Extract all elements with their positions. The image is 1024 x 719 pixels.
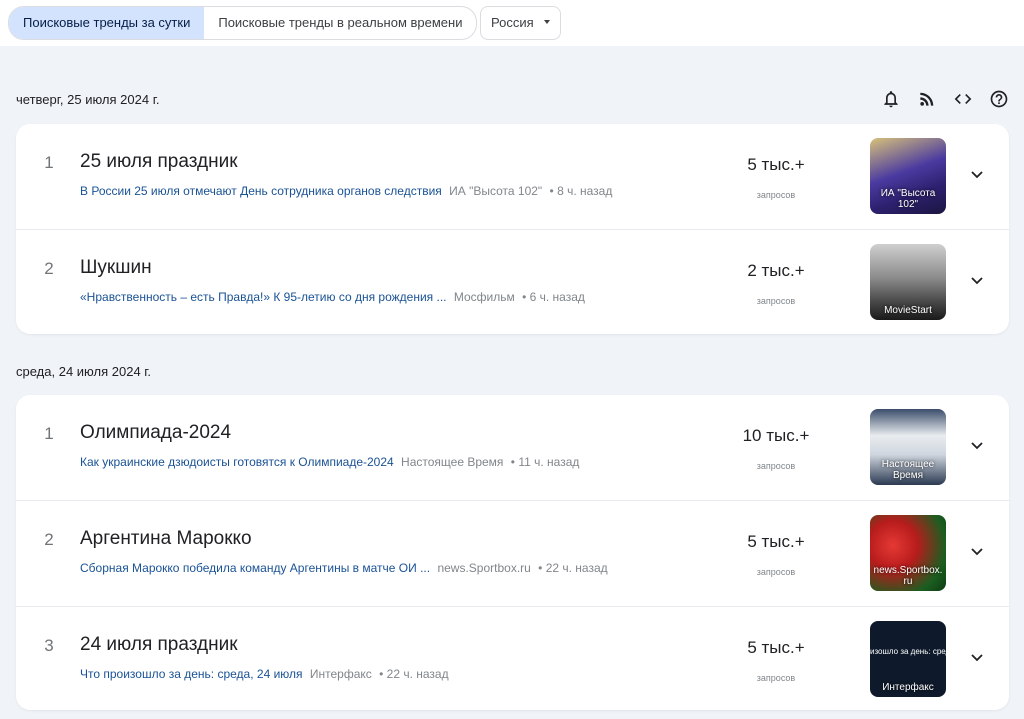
article-thumbnail[interactable]: news.Sportbox. ru — [870, 515, 946, 591]
article-source: Интерфакс — [309, 667, 372, 681]
thumbnail-caption: MovieStart — [884, 305, 932, 316]
top-bar: Поисковые тренды за сутки Поисковые трен… — [0, 0, 1024, 46]
search-count-label: запросов — [756, 567, 796, 577]
feed-tools — [880, 88, 1010, 110]
trend-row[interactable]: 1 Олимпиада-2024 Как украинские дзюдоист… — [16, 395, 1009, 500]
thumbnail-caption: news.Sportbox. ru — [873, 565, 943, 587]
tab-realtime-trends[interactable]: Поисковые тренды в реальном времени — [204, 7, 476, 39]
region-label: Россия — [491, 15, 534, 30]
search-count-label: запросов — [756, 673, 796, 683]
article-time: • 8 ч. назад — [549, 184, 613, 198]
thumbnail-caption: ИА "Высота 102" — [880, 188, 936, 210]
article-time: • 6 ч. назад — [522, 290, 585, 304]
article-time: • 22 ч. назад — [538, 561, 608, 575]
search-count: 5 тыс.+ — [747, 155, 805, 174]
trend-row[interactable]: 2 Аргентина Марокко Сборная Марокко побе… — [16, 500, 1009, 606]
dropdown-arrow-icon — [543, 20, 550, 24]
expand-chevron-icon[interactable] — [966, 540, 988, 562]
region-select[interactable]: Россия — [480, 6, 561, 40]
thumbnail-caption: Интерфакс — [882, 682, 934, 693]
search-count-label: запросов — [756, 296, 796, 306]
group-date: четверг, 25 июля 2024 г. — [16, 92, 160, 107]
trend-type-tabs: Поисковые тренды за сутки Поисковые трен… — [8, 6, 478, 40]
article-thumbnail[interactable]: Настоящее Время — [870, 409, 946, 485]
trend-article: Как украинские дзюдоисты готовятся к Оли… — [80, 455, 579, 469]
thumbnail-text: изошло за день: сред — [870, 647, 946, 656]
search-count: 2 тыс.+ — [747, 261, 805, 280]
trend-article: Сборная Марокко победила команду Аргенти… — [80, 561, 608, 575]
search-count: 10 тыс.+ — [742, 426, 810, 445]
trend-rank: 3 — [44, 636, 54, 655]
expand-chevron-icon[interactable] — [966, 434, 988, 456]
search-count: 5 тыс.+ — [747, 638, 805, 657]
article-source: news.Sportbox.ru — [437, 561, 531, 575]
trend-rank: 2 — [44, 259, 54, 278]
trend-article: «Нравственность – есть Правда!» К 95-лет… — [80, 290, 585, 304]
article-headline-link[interactable]: В России 25 июля отмечают День сотрудник… — [80, 184, 442, 198]
expand-chevron-icon[interactable] — [966, 269, 988, 291]
trend-title[interactable]: Шукшин — [80, 257, 152, 279]
article-headline-link[interactable]: Что произошло за день: среда, 24 июля — [80, 667, 303, 681]
trend-rank: 1 — [44, 424, 54, 443]
trend-rank: 1 — [44, 153, 54, 172]
trend-article: В России 25 июля отмечают День сотрудник… — [80, 184, 612, 198]
article-headline-link[interactable]: Сборная Марокко победила команду Аргенти… — [80, 561, 430, 575]
bell-icon[interactable] — [880, 88, 902, 110]
trend-card: 1 Олимпиада-2024 Как украинские дзюдоист… — [16, 395, 1009, 710]
article-source: ИА "Высота 102" — [449, 184, 543, 198]
article-headline-link[interactable]: Как украинские дзюдоисты готовятся к Оли… — [80, 455, 394, 469]
article-time: • 11 ч. назад — [510, 455, 580, 469]
trend-card: 1 25 июля праздник В России 25 июля отме… — [16, 124, 1009, 334]
trend-article: Что произошло за день: среда, 24 июля Ин… — [80, 667, 449, 681]
trend-rank: 2 — [44, 530, 54, 549]
rss-icon[interactable] — [916, 88, 938, 110]
trend-title[interactable]: 24 июля праздник — [80, 634, 238, 656]
trend-row[interactable]: 3 24 июля праздник Что произошло за день… — [16, 606, 1009, 712]
search-count: 5 тыс.+ — [747, 532, 805, 551]
trend-row[interactable]: 2 Шукшин «Нравственность – есть Правда!»… — [16, 229, 1009, 335]
trend-title[interactable]: Аргентина Марокко — [80, 528, 252, 550]
search-count-label: запросов — [756, 190, 796, 200]
article-time: • 22 ч. назад — [379, 667, 449, 681]
search-count-label: запросов — [756, 461, 796, 471]
embed-code-icon[interactable] — [952, 88, 974, 110]
trend-row[interactable]: 1 25 июля праздник В России 25 июля отме… — [16, 124, 1009, 229]
tab-daily-trends[interactable]: Поисковые тренды за сутки — [9, 7, 205, 39]
article-thumbnail[interactable]: изошло за день: сред Интерфакс — [870, 621, 946, 697]
article-thumbnail[interactable]: MovieStart — [870, 244, 946, 320]
group-date: среда, 24 июля 2024 г. — [16, 364, 152, 379]
trend-title[interactable]: Олимпиада-2024 — [80, 422, 231, 444]
help-icon[interactable] — [988, 88, 1010, 110]
expand-chevron-icon[interactable] — [966, 163, 988, 185]
article-thumbnail[interactable]: ИА "Высота 102" — [870, 138, 946, 214]
thumbnail-caption: Настоящее Время — [881, 459, 935, 481]
expand-chevron-icon[interactable] — [966, 646, 988, 668]
trend-title[interactable]: 25 июля праздник — [80, 151, 238, 173]
article-source: Настоящее Время — [401, 455, 504, 469]
article-headline-link[interactable]: «Нравственность – есть Правда!» К 95-лет… — [80, 290, 447, 304]
article-source: Мосфильм — [453, 290, 515, 304]
